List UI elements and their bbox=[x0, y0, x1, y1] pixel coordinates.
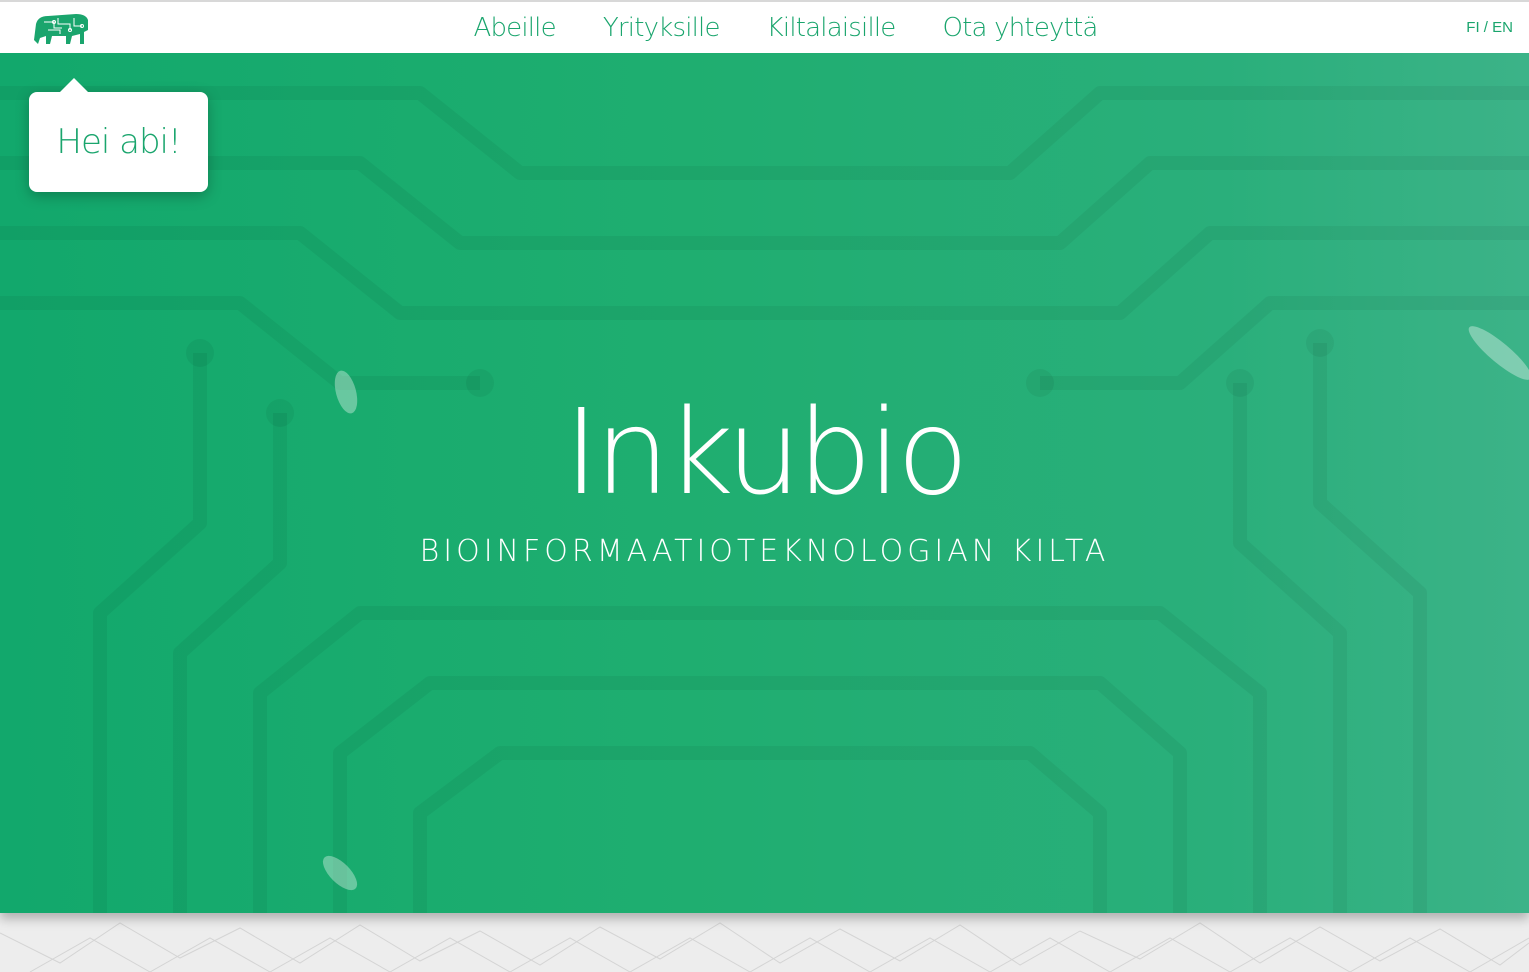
hero-subtitle: BIOINFORMAATIOTEKNOLOGIAN KILTA bbox=[419, 534, 1110, 569]
language-switcher: FI / EN bbox=[1466, 19, 1513, 36]
lang-fi[interactable]: FI bbox=[1466, 19, 1479, 36]
greeting-bubble[interactable]: Hei abi! bbox=[29, 78, 208, 192]
page: Abeille Yrityksille Kiltalaisille Ota yh… bbox=[0, 0, 1529, 972]
hero-title: Inkubio bbox=[564, 383, 969, 521]
nav-kiltalaisille[interactable]: Kiltalaisille bbox=[767, 13, 897, 43]
nav-ota-yhteytta[interactable]: Ota yhteyttä bbox=[943, 13, 1099, 43]
greeting-text: Hei abi! bbox=[56, 122, 181, 162]
nav-abeille[interactable]: Abeille bbox=[473, 13, 556, 43]
top-navigation-bar: Abeille Yrityksille Kiltalaisille Ota yh… bbox=[0, 0, 1529, 53]
background-pattern-strip bbox=[0, 913, 1529, 972]
lang-separator: / bbox=[1479, 19, 1493, 36]
nav-yrityksille[interactable]: Yrityksille bbox=[603, 13, 721, 43]
network-pattern-icon bbox=[0, 922, 1529, 972]
hero-banner: Inkubio BIOINFORMAATIOTEKNOLOGIAN KILTA bbox=[0, 53, 1529, 913]
lang-en[interactable]: EN bbox=[1492, 19, 1513, 36]
main-nav: Abeille Yrityksille Kiltalaisille Ota yh… bbox=[0, 2, 1529, 53]
